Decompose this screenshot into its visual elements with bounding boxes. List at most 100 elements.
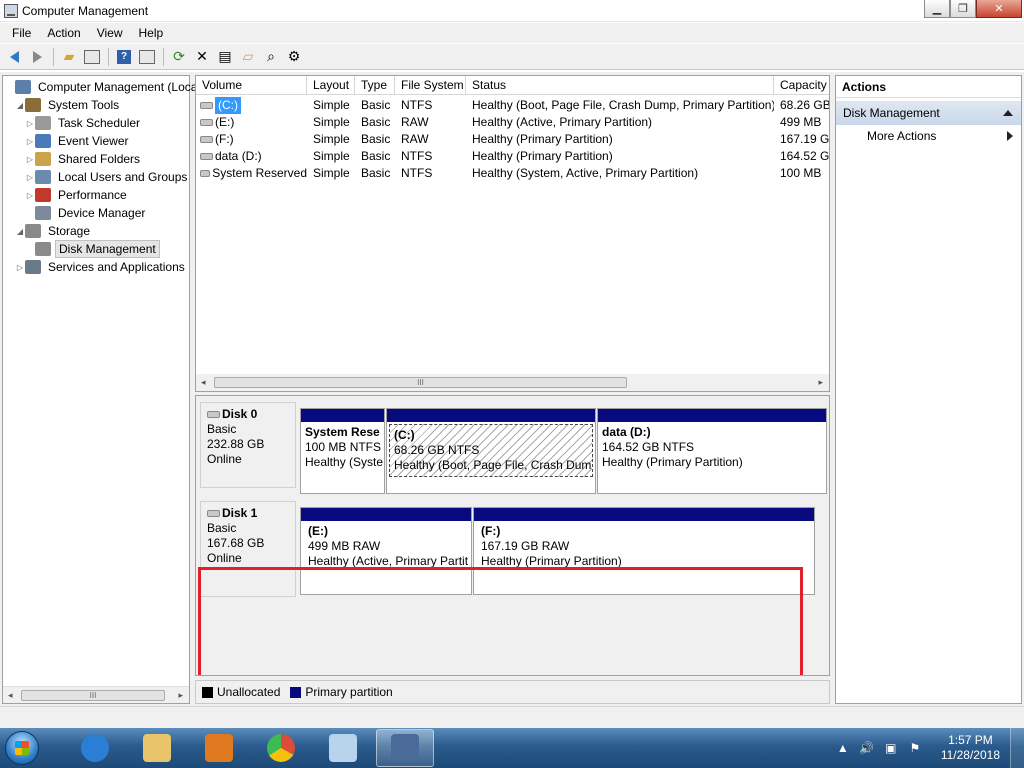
- disk-0-label[interactable]: Disk 0 Basic 232.88 GB Online: [200, 402, 296, 488]
- action-center-icon[interactable]: ⚑: [907, 740, 923, 756]
- scroll-right-icon[interactable]: ▸: [818, 377, 823, 388]
- scrollbar-thumb[interactable]: III: [21, 690, 165, 701]
- volume-row[interactable]: (C:) Simple Basic NTFS Healthy (Boot, Page F…: [196, 97, 829, 114]
- show-hide-tree-icon[interactable]: [81, 46, 103, 68]
- clock[interactable]: 1:57 PM 11/28/2018: [927, 733, 1010, 763]
- settings-icon[interactable]: ⚙: [283, 46, 305, 68]
- menu-file[interactable]: File: [4, 26, 39, 40]
- disk-graphical-view: Disk 0 Basic 232.88 GB Online System Res…: [195, 395, 830, 676]
- tree-expander-icon[interactable]: ▷: [25, 137, 35, 146]
- taskbar: ▲ 🔊 ▣ ⚑ 1:57 PM 11/28/2018: [0, 728, 1024, 768]
- back-icon[interactable]: [3, 46, 25, 68]
- tree-expander-icon[interactable]: ▷: [25, 173, 35, 182]
- tree-item[interactable]: ▷ Performance: [25, 186, 130, 204]
- tree-expander-icon[interactable]: ◢: [15, 101, 25, 110]
- tree-expander-icon[interactable]: ▷: [15, 263, 25, 272]
- delete-icon[interactable]: ✕: [191, 46, 213, 68]
- show-desktop-button[interactable]: [1010, 728, 1024, 768]
- tree-item[interactable]: ▷ Services and Applications: [15, 258, 188, 276]
- volume-list-header: Volume Layout Type File System Status Ca…: [196, 76, 829, 95]
- tree-item[interactable]: ▷ Task Scheduler: [25, 114, 143, 132]
- tree-item[interactable]: ▷ Event Viewer: [25, 132, 131, 150]
- column-type[interactable]: Type: [355, 76, 395, 95]
- menu-help[interactable]: Help: [131, 26, 172, 40]
- taskbar-button[interactable]: [376, 729, 434, 767]
- taskbar-button[interactable]: [66, 729, 124, 767]
- partition-e[interactable]: (E:) 499 MB RAW Healthy (Active, Primary…: [300, 507, 472, 595]
- tree-item[interactable]: ▷ Shared Folders: [25, 150, 143, 168]
- volume-cell-type: Basic: [361, 115, 391, 129]
- tree-item[interactable]: ◢ Storage: [15, 222, 93, 240]
- volume-icon: [200, 136, 213, 143]
- column-status[interactable]: Status: [466, 76, 774, 95]
- partition-c[interactable]: (C:) 68.26 GB NTFS Healthy (Boot, Page F…: [386, 408, 596, 494]
- clock-icon: [35, 116, 51, 130]
- tree-item[interactable]: Disk Management: [25, 240, 160, 258]
- volume-cell-layout: Simple: [313, 132, 350, 146]
- volume-list-hscrollbar[interactable]: ◂ III ▸: [196, 374, 829, 391]
- taskbar-button[interactable]: [252, 729, 310, 767]
- help-icon[interactable]: ?: [113, 46, 135, 68]
- tree-item[interactable]: Device Manager: [25, 204, 148, 222]
- taskbar-button[interactable]: [190, 729, 248, 767]
- show-hidden-icons-icon[interactable]: ▲: [835, 740, 851, 756]
- tree-item[interactable]: Computer Management (Local: [5, 78, 203, 96]
- start-button[interactable]: [0, 728, 44, 768]
- actions-section-disk-management[interactable]: Disk Management: [836, 101, 1021, 125]
- show-hide-action-pane-icon[interactable]: [136, 46, 158, 68]
- volume-row[interactable]: System Reserved Simple Basic NTFS Healthy (S…: [196, 165, 829, 182]
- column-capacity[interactable]: Capacity: [774, 76, 829, 95]
- tree-item-label: Disk Management: [55, 240, 160, 258]
- search-icon[interactable]: ⌕: [260, 46, 282, 68]
- column-layout[interactable]: Layout: [307, 76, 355, 95]
- volume-row[interactable]: (E:) Simple Basic RAW Healthy (Active, Prima…: [196, 114, 829, 131]
- tree-item-label: Computer Management (Local: [38, 80, 201, 94]
- tree-expander-icon[interactable]: ▷: [25, 191, 35, 200]
- maximize-button[interactable]: ❐: [950, 0, 976, 18]
- properties-icon[interactable]: ▤: [214, 46, 236, 68]
- volume-name: (E:): [215, 115, 235, 129]
- partition-f[interactable]: (F:) 167.19 GB RAW Healthy (Primary Part…: [473, 507, 815, 595]
- taskbar-button[interactable]: [128, 729, 186, 767]
- forward-icon[interactable]: [26, 46, 48, 68]
- partition-d[interactable]: data (D:) 164.52 GB NTFS Healthy (Primar…: [597, 408, 827, 494]
- disk-size: 167.68 GB: [207, 536, 265, 550]
- tree-expander-icon[interactable]: ▷: [25, 119, 35, 128]
- window-title: Computer Management: [22, 3, 149, 18]
- menu-view[interactable]: View: [89, 26, 131, 40]
- users-icon: [35, 170, 51, 184]
- volume-cell-fs: NTFS: [401, 98, 433, 112]
- volume-cell-volume: (E:): [196, 114, 307, 131]
- scroll-left-icon[interactable]: ◂: [201, 377, 206, 388]
- disk-1-label[interactable]: Disk 1 Basic 167.68 GB Online: [200, 501, 296, 597]
- collapse-icon[interactable]: [1003, 110, 1013, 116]
- tree-hscrollbar[interactable]: ◂ III ▸: [3, 686, 189, 703]
- tree-item[interactable]: ◢ System Tools: [15, 96, 122, 114]
- menu-action[interactable]: Action: [39, 26, 88, 40]
- close-button[interactable]: ✕: [976, 0, 1022, 18]
- tree-expander-icon[interactable]: ▷: [25, 155, 35, 164]
- up-folder-icon[interactable]: ▰: [58, 46, 80, 68]
- refresh-icon[interactable]: ⟳: [168, 46, 190, 68]
- taskbar-button[interactable]: [314, 729, 372, 767]
- column-file-system[interactable]: File System: [395, 76, 466, 95]
- open-icon[interactable]: ▱: [237, 46, 259, 68]
- volume-row[interactable]: data (D:) Simple Basic NTFS Healthy (Primary…: [196, 148, 829, 165]
- clock-date: 11/28/2018: [940, 748, 1000, 762]
- tree-item[interactable]: ▷ Local Users and Groups: [25, 168, 190, 186]
- volume-row[interactable]: (F:) Simple Basic RAW Healthy (Primary Parti…: [196, 131, 829, 148]
- tree-expander-icon[interactable]: ◢: [15, 227, 25, 236]
- volume-icon[interactable]: 🔊: [859, 740, 875, 756]
- more-actions-item[interactable]: More Actions: [836, 125, 1021, 147]
- partition-status: Healthy (Boot, Page File, Crash Dump: [394, 458, 593, 472]
- column-volume[interactable]: Volume: [196, 76, 307, 95]
- scroll-right-icon[interactable]: ▸: [178, 690, 183, 701]
- network-icon[interactable]: ▣: [883, 740, 899, 756]
- partition-system-reserved[interactable]: System Rese 100 MB NTFS Healthy (Syste: [300, 408, 385, 494]
- actions-pane: Actions Disk Management More Actions: [835, 75, 1022, 704]
- scroll-left-icon[interactable]: ◂: [8, 690, 13, 701]
- volume-cell-status: Healthy (Primary Partition): [472, 132, 613, 146]
- minimize-button[interactable]: ▁: [924, 0, 950, 18]
- volume-cell-type: Basic: [361, 98, 391, 112]
- scrollbar-thumb[interactable]: III: [214, 377, 627, 388]
